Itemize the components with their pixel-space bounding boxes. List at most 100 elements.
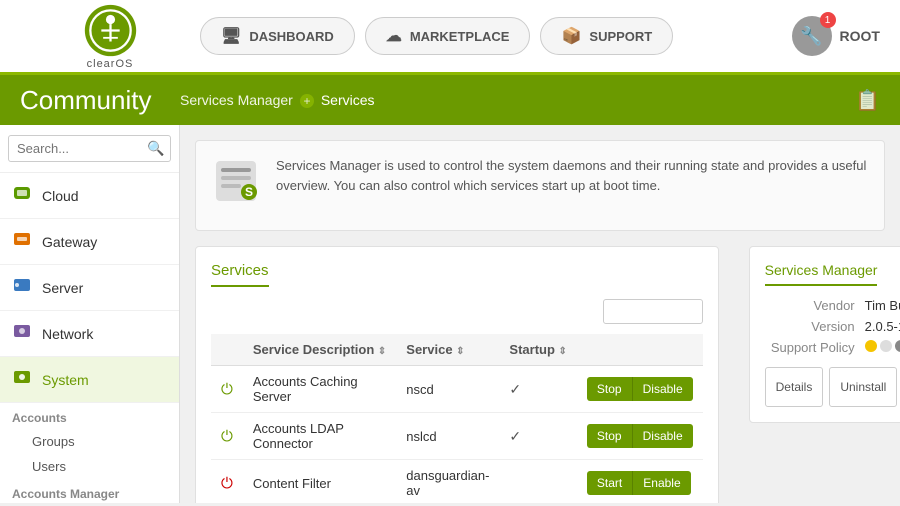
check-1: ✓ [509, 428, 521, 444]
nav-support-label: SUPPORT [589, 29, 652, 44]
root-icon-wrap: 🔧 1 [792, 16, 832, 56]
sidebar-item-system[interactable]: System [0, 357, 179, 403]
sidebar-section-accounts: Accounts [0, 403, 179, 429]
services-manager-panel: Services Manager Vendor Tim Burgess Vers… [749, 246, 900, 423]
gateway-icon [12, 229, 32, 254]
wrench-icon: 🔧 [800, 26, 822, 47]
main-layout: 🔍 Cloud Gateway Server Network [0, 125, 900, 503]
dot-1 [865, 340, 877, 352]
check-0: ✓ [509, 381, 521, 397]
sidebar-section-accounts-manager: Accounts Manager [0, 479, 179, 503]
nav-support[interactable]: 📦 SUPPORT [540, 17, 673, 55]
policy-dots [865, 340, 900, 355]
th-service-label: Service [406, 342, 452, 357]
info-row-policy: Support Policy [765, 340, 900, 355]
services-table: Service Description ⇕ Service ⇕ Startup … [211, 334, 703, 503]
filter-input[interactable] [603, 299, 703, 324]
logo-text: clearOS [87, 58, 134, 70]
th-service[interactable]: Service ⇕ [396, 334, 499, 366]
panel-buttons: Details Uninstall Rate App [765, 367, 900, 407]
status-icon-1: ⏻ [221, 428, 233, 445]
root-label: ROOT [840, 28, 880, 44]
btn-start-2[interactable]: Start [587, 471, 632, 495]
sidebar-item-cloud[interactable]: Cloud [0, 173, 179, 219]
table-row: ⏻ Accounts LDAP Connector nslcd ✓ Stop D… [211, 413, 703, 460]
cloud-icon [12, 183, 32, 208]
btn-disable-1[interactable]: Disable [632, 424, 693, 448]
sidebar-item-gateway[interactable]: Gateway [0, 219, 179, 265]
top-nav: clearOS 🖥 DASHBOARD ☁ MARKETPLACE 📦 SUPP… [0, 0, 900, 75]
breadcrumb-separator: + [299, 91, 315, 108]
sidebar: 🔍 Cloud Gateway Server Network [0, 125, 180, 503]
btn-disable-0[interactable]: Disable [632, 377, 693, 401]
sidebar-item-network-label: Network [42, 326, 93, 342]
breadcrumb-services-manager[interactable]: Services Manager [180, 92, 293, 108]
sort-startup: ⇕ [559, 346, 567, 357]
cell-desc-1: Accounts LDAP Connector [243, 413, 396, 460]
th-description-label: Service Description [253, 342, 374, 357]
search-box: 🔍 [0, 125, 179, 173]
btn-details[interactable]: Details [765, 367, 824, 407]
version-label: Version [765, 319, 865, 334]
community-title: Community [20, 85, 180, 116]
info-text: Services Manager is used to control the … [276, 156, 869, 195]
btn-group-1: Stop Disable [587, 424, 693, 448]
dot-3 [895, 340, 900, 352]
th-actions [577, 334, 703, 366]
support-icon: 📦 [561, 26, 581, 46]
green-bar: Community Services Manager + Services 📋 [0, 75, 900, 125]
cell-svc-0: nscd [396, 366, 499, 413]
info-box: S Services Manager is used to control th… [195, 140, 885, 231]
page-icon-right: 📋 [855, 88, 880, 113]
two-col: Services Service Description ⇕ [195, 246, 885, 503]
sidebar-item-network[interactable]: Network [0, 311, 179, 357]
sidebar-item-gateway-label: Gateway [42, 234, 97, 250]
sidebar-item-cloud-label: Cloud [42, 188, 79, 204]
dashboard-icon: 🖥 [221, 26, 241, 46]
cell-desc-0: Accounts Caching Server [243, 366, 396, 413]
info-row-vendor: Vendor Tim Burgess [765, 298, 900, 313]
th-startup-label: Startup [509, 342, 555, 357]
nav-marketplace[interactable]: ☁ MARKETPLACE [365, 17, 531, 55]
policy-label: Support Policy [765, 340, 865, 355]
server-icon [12, 275, 32, 300]
root-area: 🔧 1 ROOT [792, 16, 880, 56]
root-button[interactable]: 🔧 1 ROOT [792, 16, 880, 56]
th-startup[interactable]: Startup ⇕ [499, 334, 577, 366]
notification-badge: 1 [820, 12, 836, 28]
breadcrumb: Services Manager + Services [180, 91, 375, 108]
sidebar-item-server[interactable]: Server [0, 265, 179, 311]
th-description[interactable]: Service Description ⇕ [243, 334, 396, 366]
vendor-label: Vendor [765, 298, 865, 313]
version-value: 2.0.5-1 [865, 319, 900, 334]
breadcrumb-services: Services [321, 92, 375, 108]
nav-dashboard[interactable]: 🖥 DASHBOARD [200, 17, 355, 55]
sort-service: ⇕ [456, 346, 464, 357]
sidebar-item-system-label: System [42, 372, 89, 388]
btn-stop-0[interactable]: Stop [587, 377, 632, 401]
cell-desc-2: Content Filter [243, 460, 396, 504]
dot-2 [880, 340, 892, 352]
svg-text:+: + [303, 94, 310, 108]
sidebar-sub-users[interactable]: Users [0, 454, 179, 479]
vendor-value: Tim Burgess [865, 298, 900, 313]
search-button[interactable]: 🔍 [147, 140, 164, 157]
nav-marketplace-label: MARKETPLACE [410, 29, 510, 44]
btn-uninstall[interactable]: Uninstall [829, 367, 897, 407]
btn-enable-2[interactable]: Enable [632, 471, 690, 495]
btn-stop-1[interactable]: Stop [587, 424, 632, 448]
services-panel: Services Service Description ⇕ [195, 246, 719, 503]
network-icon [12, 321, 32, 346]
logo-area: clearOS [20, 3, 200, 70]
sidebar-item-server-label: Server [42, 280, 83, 296]
services-panel-title: Services [211, 262, 269, 287]
sidebar-sub-groups[interactable]: Groups [0, 429, 179, 454]
status-icon-2: ⏻ [221, 475, 233, 492]
marketplace-icon: ☁ [386, 26, 402, 46]
services-manager-panel-title: Services Manager [765, 262, 878, 286]
nav-dashboard-label: DASHBOARD [249, 29, 334, 44]
table-row: ⏻ Accounts Caching Server nscd ✓ Stop Di… [211, 366, 703, 413]
table-row: ⏻ Content Filter dansguardian-av Start E… [211, 460, 703, 504]
info-box-icon: S [211, 156, 261, 215]
svg-text:S: S [245, 185, 253, 199]
